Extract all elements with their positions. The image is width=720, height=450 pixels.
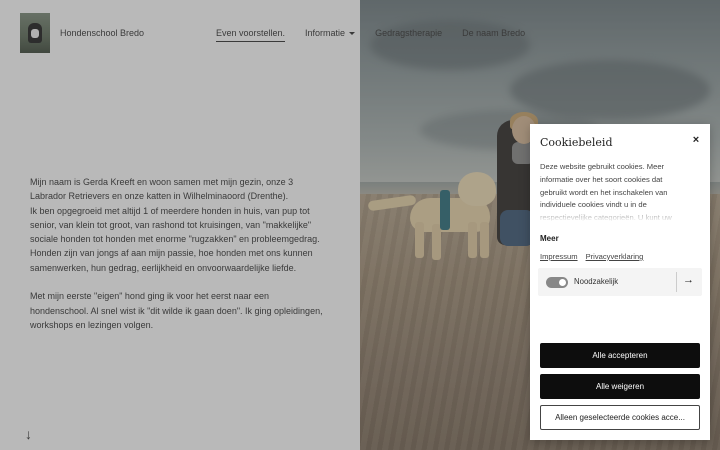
legal-links: Impressum Privacyverklaring [540, 252, 643, 261]
reject-all-button[interactable]: Alle weigeren [540, 374, 700, 399]
privacy-link[interactable]: Privacyverklaring [586, 252, 644, 261]
accept-all-button[interactable]: Alle accepteren [540, 343, 700, 368]
cookie-category-row[interactable]: Noodzakelijk → [538, 268, 702, 296]
more-label[interactable]: Meer [540, 234, 559, 243]
close-icon[interactable]: × [690, 134, 702, 146]
impressum-link[interactable]: Impressum [540, 252, 578, 261]
cookie-dialog: Cookiebeleid × Deze website gebruikt coo… [530, 124, 710, 440]
arrow-right-icon[interactable]: → [683, 274, 694, 286]
toggle-knob [559, 279, 566, 286]
description-fade [540, 206, 700, 222]
accept-selected-button[interactable]: Alleen geselecteerde cookies acce... [540, 405, 700, 430]
necessary-toggle[interactable] [546, 277, 568, 288]
category-label: Noodzakelijk [574, 277, 619, 286]
row-divider [676, 272, 677, 292]
cookie-dialog-title: Cookiebeleid [540, 136, 613, 149]
